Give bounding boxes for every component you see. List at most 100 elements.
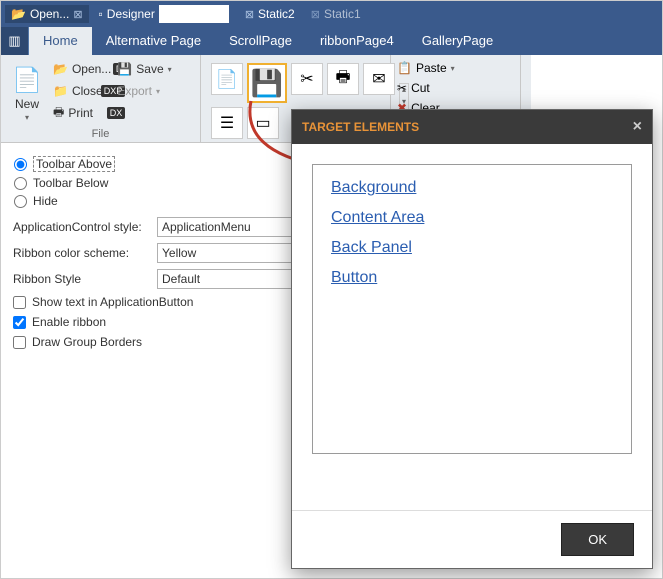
ribbon-style-label: Ribbon Style (13, 272, 157, 286)
cut-label: Cut (411, 81, 430, 95)
title-tab-open[interactable]: 📂 Open... ⊠ (5, 5, 89, 23)
dialog-titlebar: TARGET ELEMENTS × (292, 110, 652, 144)
cut-icon: ✂ (300, 69, 313, 89)
mail-icon: ✉ (372, 69, 385, 89)
app-style-label: ApplicationControl style: (13, 220, 157, 234)
printer-icon: 🖶 (53, 103, 64, 124)
gallery-item[interactable]: ☰ (211, 107, 243, 139)
document-icon: 📄 (12, 66, 42, 95)
checkbox[interactable] (13, 296, 26, 309)
target-link-button[interactable]: Button (331, 269, 613, 287)
title-tab-designer[interactable]: ▫ Designer (93, 3, 235, 25)
radio-toolbar-below[interactable]: Toolbar Below (14, 174, 298, 192)
doc-icon: 📄 (216, 69, 238, 90)
radio-input[interactable] (14, 195, 27, 208)
close-label: Close (72, 84, 103, 98)
close-icon: ⊠ (311, 8, 320, 21)
tab-scrollpage[interactable]: ScrollPage (215, 27, 306, 55)
title-bar: 📂 Open... ⊠ ▫ Designer ⊠ Static2 ⊠ Stati… (1, 1, 662, 27)
new-button[interactable]: 📄 New ▾ (7, 59, 47, 129)
designer-input[interactable] (159, 5, 229, 23)
radio-hide[interactable]: Hide (14, 192, 298, 210)
ok-button[interactable]: OK (561, 523, 634, 556)
gallery-item[interactable]: ✂ (291, 63, 323, 95)
gallery-item[interactable]: 📄 (211, 63, 243, 95)
list-icon: ☰ (220, 113, 234, 133)
check-label: Enable ribbon (32, 315, 106, 329)
chevron-down-icon: ▾ (156, 87, 160, 96)
folder-icon: 📂 (11, 7, 26, 21)
radio-label: Toolbar Below (33, 176, 108, 190)
folder-open-icon: 📂 (53, 62, 68, 76)
color-scheme-select[interactable]: Yellow (157, 243, 299, 263)
menu-icon: ▥ (8, 33, 20, 49)
app-menu-button[interactable]: ▥ (1, 27, 29, 55)
print-label: Print (68, 106, 93, 120)
print-button[interactable]: 🖶 Print DX (53, 103, 111, 123)
radio-label: Hide (33, 194, 58, 208)
chevron-down-icon: ▾ (451, 64, 455, 73)
app-style-select[interactable]: ApplicationMenu (157, 217, 299, 237)
checkbox[interactable] (13, 336, 26, 349)
print-icon: 🖶 (335, 66, 350, 93)
scissors-icon: ✂ (397, 81, 407, 95)
target-list: Background Content Area Back Panel Butto… (312, 164, 632, 454)
paste-button[interactable]: 📋 Paste ▾ (397, 59, 514, 77)
gallery-item[interactable]: ▭ (247, 107, 279, 139)
title-tab-label: Static2 (258, 7, 295, 21)
paste-icon: 📋 (397, 61, 412, 75)
save-button[interactable]: 💾 Save ▾ (117, 59, 171, 79)
check-draw-borders[interactable]: Draw Group Borders (13, 335, 299, 349)
save-icon: 💾 (117, 62, 132, 76)
close-icon[interactable]: ⊠ (73, 8, 82, 21)
new-label: New (15, 97, 39, 111)
check-show-text[interactable]: Show text in ApplicationButton (13, 295, 299, 309)
open-label: Open... (72, 62, 111, 76)
target-link-background[interactable]: Background (331, 179, 613, 197)
title-tab-static2[interactable]: ⊠ Static2 (239, 5, 301, 23)
target-link-back-panel[interactable]: Back Panel (331, 239, 613, 257)
folder-close-icon: 📁 (53, 84, 68, 98)
paste-label: Paste (416, 61, 447, 75)
save-icon: 💾 (251, 68, 283, 99)
page-icon: ▭ (255, 113, 270, 133)
export-label: Export (117, 84, 152, 98)
checkbox[interactable] (13, 316, 26, 329)
title-tab-label: Static1 (324, 7, 361, 21)
radio-input[interactable] (14, 158, 27, 171)
export-button[interactable]: Export ▾ (117, 81, 171, 101)
key-hint: DX (107, 107, 126, 119)
ribbon-style-select[interactable]: Default (157, 269, 299, 289)
options-panel: Toolbar Above Toolbar Below Hide Applica… (1, 143, 311, 359)
check-label: Draw Group Borders (32, 335, 142, 349)
check-label: Show text in ApplicationButton (32, 295, 193, 309)
color-scheme-label: Ribbon color scheme: (13, 246, 157, 260)
dialog-title-text: TARGET ELEMENTS (302, 120, 419, 134)
ribbon-tab-strip: ▥ Home Alternative Page ScrollPage ribbo… (1, 27, 662, 55)
radio-label: Toolbar Above (33, 156, 115, 172)
target-link-content-area[interactable]: Content Area (331, 209, 613, 227)
radio-toolbar-above[interactable]: Toolbar Above (14, 154, 298, 174)
save-label: Save (136, 62, 163, 76)
gallery-item[interactable]: 🖶 (327, 63, 359, 95)
cut-button[interactable]: ✂ Cut (397, 79, 514, 97)
page-icon: ▫ (99, 7, 103, 21)
title-tab-label: Designer (107, 7, 155, 21)
close-button[interactable]: 📁 Close DXP (53, 81, 111, 101)
title-tab-label: Open... (30, 7, 69, 21)
close-icon: ⊠ (245, 8, 254, 21)
chevron-down-icon: ▾ (168, 65, 172, 74)
close-icon[interactable]: × (633, 118, 642, 136)
check-enable-ribbon[interactable]: Enable ribbon (13, 315, 299, 329)
gallery-item-save[interactable]: 💾 (247, 63, 287, 103)
title-tab-static1[interactable]: ⊠ Static1 (305, 5, 367, 23)
open-button[interactable]: 📂 Open... D (53, 59, 111, 79)
tab-gallerypage[interactable]: GalleryPage (408, 27, 508, 55)
group-label: File (1, 128, 200, 140)
radio-input[interactable] (14, 177, 27, 190)
tab-home[interactable]: Home (29, 27, 92, 55)
chevron-down-icon: ▾ (25, 113, 29, 122)
target-elements-dialog: TARGET ELEMENTS × Background Content Are… (291, 109, 653, 569)
tab-ribbonpage4[interactable]: ribbonPage4 (306, 27, 408, 55)
tab-alternative-page[interactable]: Alternative Page (92, 27, 215, 55)
